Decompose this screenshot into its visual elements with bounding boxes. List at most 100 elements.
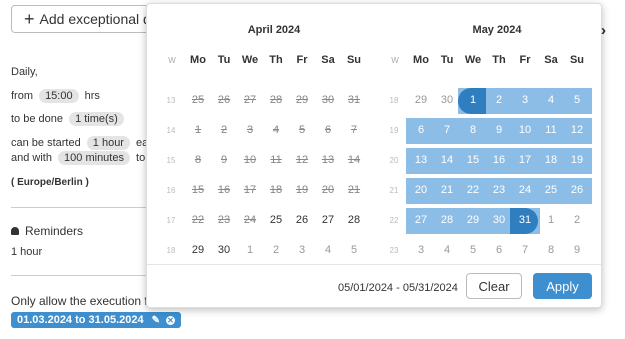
day-cell[interactable]: 26	[289, 214, 315, 226]
day-cell[interactable]: 30	[434, 94, 460, 106]
with-label: and with	[11, 152, 52, 164]
week-number: 18	[166, 246, 176, 255]
divider	[11, 207, 151, 208]
day-cell: 13	[321, 154, 335, 166]
day-cell[interactable]: 5	[341, 244, 367, 256]
day-cell[interactable]: 4	[434, 244, 460, 256]
week-number: 19	[389, 126, 399, 135]
date-range-text: 01.03.2024 to 31.05.2024	[17, 314, 144, 326]
apply-button[interactable]: Apply	[533, 273, 592, 299]
day-cell[interactable]: 5	[460, 244, 486, 256]
schedule-frequency: Daily,	[11, 66, 38, 78]
day-cell[interactable]: 5	[564, 94, 590, 106]
day-cell: 16	[217, 184, 231, 196]
date-range-chip[interactable]: 01.03.2024 to 31.05.2024 ✎ ✕	[11, 312, 181, 328]
day-cell[interactable]: 31	[512, 214, 538, 226]
day-cell: 8	[194, 154, 202, 166]
day-cell[interactable]: 8	[460, 124, 486, 136]
day-cell[interactable]: 15	[460, 154, 486, 166]
day-cell[interactable]: 10	[512, 124, 538, 136]
day-cell[interactable]: 26	[564, 184, 590, 196]
week-row: 22 27 28 29 30 31 1 2	[382, 208, 612, 234]
day-cell[interactable]: 6	[486, 244, 512, 256]
day-cell[interactable]: 7	[512, 244, 538, 256]
week-row: 18 29 30 1 2 3 4 5	[382, 88, 612, 114]
add-exceptional-label: Add exceptional da	[39, 11, 159, 27]
weekday-header: We	[464, 54, 482, 66]
only-allow-label: Only allow the execution for	[11, 294, 159, 308]
day-cell[interactable]: 14	[434, 154, 460, 166]
weekday-header: Th	[492, 54, 506, 66]
plus-icon: +	[24, 9, 35, 29]
day-cell[interactable]: 21	[434, 184, 460, 196]
day-cell[interactable]: 16	[486, 154, 512, 166]
day-cell[interactable]: 2	[564, 214, 590, 226]
day-cell[interactable]: 27	[315, 214, 341, 226]
day-cell[interactable]: 2	[263, 244, 289, 256]
clear-button[interactable]: Clear	[466, 273, 522, 299]
day-cell[interactable]: 29	[460, 214, 486, 226]
day-cell: 18	[269, 184, 283, 196]
day-cell[interactable]: 8	[538, 244, 564, 256]
day-cell[interactable]: 23	[486, 184, 512, 196]
week-row: 18 29 30 1 2 3 4 5	[159, 238, 389, 264]
schedule-done-row: to be done 1 time(s)	[11, 112, 127, 126]
week-number: 17	[166, 216, 176, 225]
day-cell[interactable]: 4	[538, 94, 564, 106]
day-cell[interactable]: 30	[211, 244, 237, 256]
day-cell[interactable]: 17	[512, 154, 538, 166]
timezone-label: ( Europe/Berlin )	[11, 177, 89, 188]
weekday-header: Sa	[544, 54, 558, 66]
day-cell[interactable]: 1	[460, 94, 486, 106]
day-cell[interactable]: 18	[538, 154, 564, 166]
day-cell[interactable]: 9	[564, 244, 590, 256]
day-cell[interactable]: 24	[512, 184, 538, 196]
day-cell[interactable]: 3	[408, 244, 434, 256]
day-cell: 11	[270, 154, 282, 166]
done-label: to be done	[11, 113, 63, 125]
day-cell[interactable]: 2	[486, 94, 512, 106]
weekday-header: Tu	[217, 54, 231, 66]
day-cell[interactable]: 3	[512, 94, 538, 106]
day-cell: 7	[350, 124, 358, 136]
day-cell[interactable]: 29	[408, 94, 434, 106]
weekday-header: Mo	[190, 54, 206, 66]
day-cell[interactable]: 30	[486, 214, 512, 226]
week-row: 13 25 26 27 28 29 30 31	[159, 88, 389, 114]
day-cell[interactable]: 11	[538, 124, 564, 136]
day-cell[interactable]: 25	[538, 184, 564, 196]
day-cell[interactable]: 9	[486, 124, 512, 136]
started-chip: 1 hour	[86, 136, 130, 150]
day-cell[interactable]: 27	[408, 214, 434, 226]
day-cell[interactable]: 28	[434, 214, 460, 226]
day-cell: 10	[243, 154, 257, 166]
day-cell[interactable]: 28	[341, 214, 367, 226]
day-cell[interactable]: 20	[408, 184, 434, 196]
weekday-header: We	[241, 54, 259, 66]
day-cell[interactable]: 22	[460, 184, 486, 196]
day-cell[interactable]: 1	[538, 214, 564, 226]
day-cell: 24	[243, 214, 257, 226]
day-cell[interactable]: 12	[564, 124, 590, 136]
day-cell: 30	[321, 94, 335, 106]
day-cell[interactable]: 3	[289, 244, 315, 256]
day-cell[interactable]: 25	[263, 214, 289, 226]
day-cell[interactable]: 19	[564, 154, 590, 166]
day-cell: 19	[295, 184, 309, 196]
day-cell[interactable]: 4	[315, 244, 341, 256]
week-row: 20 13 14 15 16 17 18 19	[382, 148, 612, 174]
day-cell: 14	[347, 154, 361, 166]
next-month-icon[interactable]: ›	[601, 22, 606, 39]
close-icon[interactable]: ✕	[166, 315, 175, 325]
day-cell[interactable]: 7	[434, 124, 460, 136]
day-cell[interactable]: 29	[185, 244, 211, 256]
done-times-chip: 1 time(s)	[69, 112, 124, 126]
hrs-label: hrs	[84, 90, 100, 102]
day-cell[interactable]: 13	[408, 154, 434, 166]
day-cell[interactable]: 6	[408, 124, 434, 136]
day-cell[interactable]: 1	[237, 244, 263, 256]
week-row: 15 8 9 10 11 12 13 14	[159, 148, 389, 174]
from-time-chip: 15:00	[39, 89, 79, 103]
day-cell: 5	[298, 124, 306, 136]
pencil-icon[interactable]: ✎	[152, 315, 160, 326]
